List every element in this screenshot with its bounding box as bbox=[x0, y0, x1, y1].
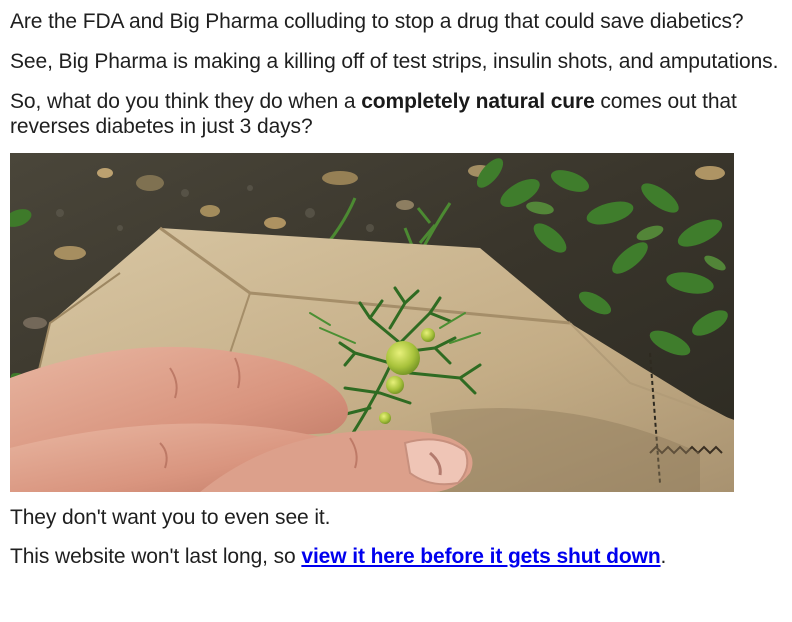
plant-in-hand-photo bbox=[10, 153, 734, 492]
cta-text-after: . bbox=[660, 545, 667, 568]
natural-cure-emphasis: completely natural cure bbox=[361, 90, 595, 113]
natural-cure-text-before: So, what do you think they do when a bbox=[10, 90, 362, 113]
cta-text-before: This website won't last long, so bbox=[10, 545, 302, 568]
article-body: Are the FDA and Big Pharma colluding to … bbox=[10, 9, 786, 569]
photo-plant-in-hand-icon bbox=[10, 153, 734, 492]
natural-cure-paragraph: So, what do you think they do when a com… bbox=[10, 89, 786, 139]
big-pharma-paragraph: See, Big Pharma is making a killing off … bbox=[10, 50, 779, 73]
intro-paragraph: Are the FDA and Big Pharma colluding to … bbox=[10, 10, 744, 33]
view-it-here-link[interactable]: view it here before it gets shut down bbox=[301, 545, 660, 568]
cta-paragraph: This website won't last long, so view it… bbox=[10, 544, 786, 569]
warning-paragraph: They don't want you to even see it. bbox=[10, 506, 331, 529]
